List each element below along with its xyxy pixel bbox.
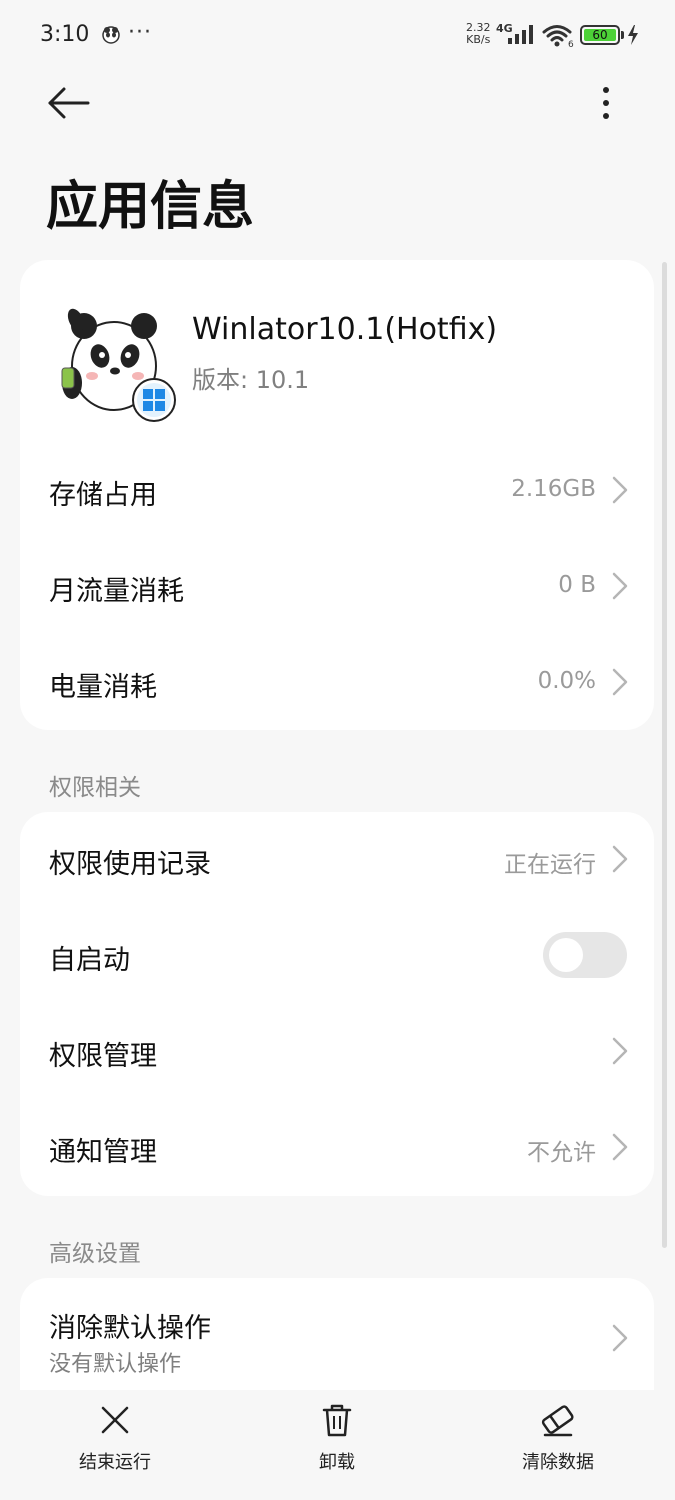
back-button[interactable] [44, 82, 94, 124]
row-permission-log[interactable]: 权限使用记录 正在运行 [20, 812, 654, 908]
chevron-right-icon [612, 572, 628, 600]
advanced-card: 消除默认操作 没有默认操作 [20, 1278, 654, 1408]
close-x-icon [101, 1406, 129, 1434]
chevron-right-icon [612, 1037, 628, 1065]
chevron-right-icon [612, 1133, 628, 1161]
bottom-action-bar: 结束运行 卸载 清除数据 [0, 1390, 675, 1500]
row-label: 通知管理 [49, 1137, 157, 1168]
row-label: 电量消耗 [49, 672, 157, 703]
eraser-icon [541, 1405, 574, 1437]
arrow-left-icon [48, 87, 90, 119]
force-stop-button[interactable]: 结束运行 [55, 1402, 175, 1474]
clear-data-button[interactable]: 清除数据 [498, 1402, 618, 1474]
section-header-advanced: 高级设置 [49, 1241, 141, 1267]
more-options-button[interactable] [590, 82, 622, 124]
row-value: 2.16GB [511, 476, 596, 502]
chevron-right-icon [612, 845, 628, 873]
wifi-icon: 6 [542, 24, 576, 52]
notification-panda-icon [100, 24, 122, 51]
row-value: 0 B [558, 572, 596, 598]
chevron-right-icon [612, 668, 628, 696]
wifi-badge: 6 [568, 40, 574, 48]
battery-level: 60 [584, 29, 616, 41]
status-more-indicator: ··· [128, 20, 152, 45]
battery-icon: 60 [580, 25, 624, 45]
app-info-card: Winlator10.1(Hotfix) 版本: 10.1 存储占用 2.16G… [20, 260, 654, 730]
row-clear-defaults[interactable]: 消除默认操作 没有默认操作 [20, 1278, 654, 1408]
network-speed-unit: KB/s [466, 33, 491, 46]
chevron-right-icon [612, 1324, 628, 1352]
row-sublabel: 没有默认操作 [49, 1352, 182, 1377]
row-label: 月流量消耗 [49, 576, 184, 607]
app-version: 版本: 10.1 [192, 366, 310, 394]
row-label: 消除默认操作 [49, 1313, 211, 1344]
status-time: 3:10 [40, 22, 90, 47]
row-notification-management[interactable]: 通知管理 不允许 [20, 1100, 654, 1196]
signal-icon [506, 24, 536, 48]
app-icon [54, 298, 178, 422]
row-autostart: 自启动 [20, 908, 654, 1004]
section-header-permissions: 权限相关 [49, 775, 141, 801]
row-permission-management[interactable]: 权限管理 [20, 1004, 654, 1100]
uninstall-button[interactable]: 卸载 [277, 1402, 397, 1474]
clear-data-label: 清除数据 [522, 1452, 594, 1473]
top-app-bar [0, 72, 675, 136]
charging-icon [626, 24, 640, 50]
toggle-knob [549, 938, 583, 972]
network-speed: 2.32 KB/s [466, 22, 491, 46]
chevron-right-icon [612, 476, 628, 504]
row-label: 权限使用记录 [49, 849, 211, 880]
permissions-card: 权限使用记录 正在运行 自启动 权限管理 通知管理 不允许 [20, 812, 654, 1196]
more-vertical-icon [603, 87, 609, 119]
row-label: 权限管理 [49, 1041, 157, 1072]
uninstall-label: 卸载 [319, 1452, 355, 1473]
force-stop-label: 结束运行 [79, 1452, 151, 1473]
status-bar: 3:10 ··· 2.32 KB/s 4G 6 60 [0, 0, 675, 72]
trash-icon [322, 1404, 352, 1437]
row-storage[interactable]: 存储占用 2.16GB [20, 443, 654, 539]
app-name: Winlator10.1(Hotfix) [192, 312, 498, 347]
row-label: 存储占用 [49, 480, 157, 511]
autostart-toggle[interactable] [543, 932, 627, 978]
row-value: 0.0% [537, 668, 596, 694]
scrollbar[interactable] [662, 262, 667, 1248]
row-data-usage[interactable]: 月流量消耗 0 B [20, 539, 654, 635]
page-title: 应用信息 [46, 177, 255, 237]
row-value: 正在运行 [504, 852, 596, 878]
row-value: 不允许 [527, 1140, 596, 1166]
row-battery-usage[interactable]: 电量消耗 0.0% [20, 635, 654, 730]
row-label: 自启动 [49, 945, 130, 976]
